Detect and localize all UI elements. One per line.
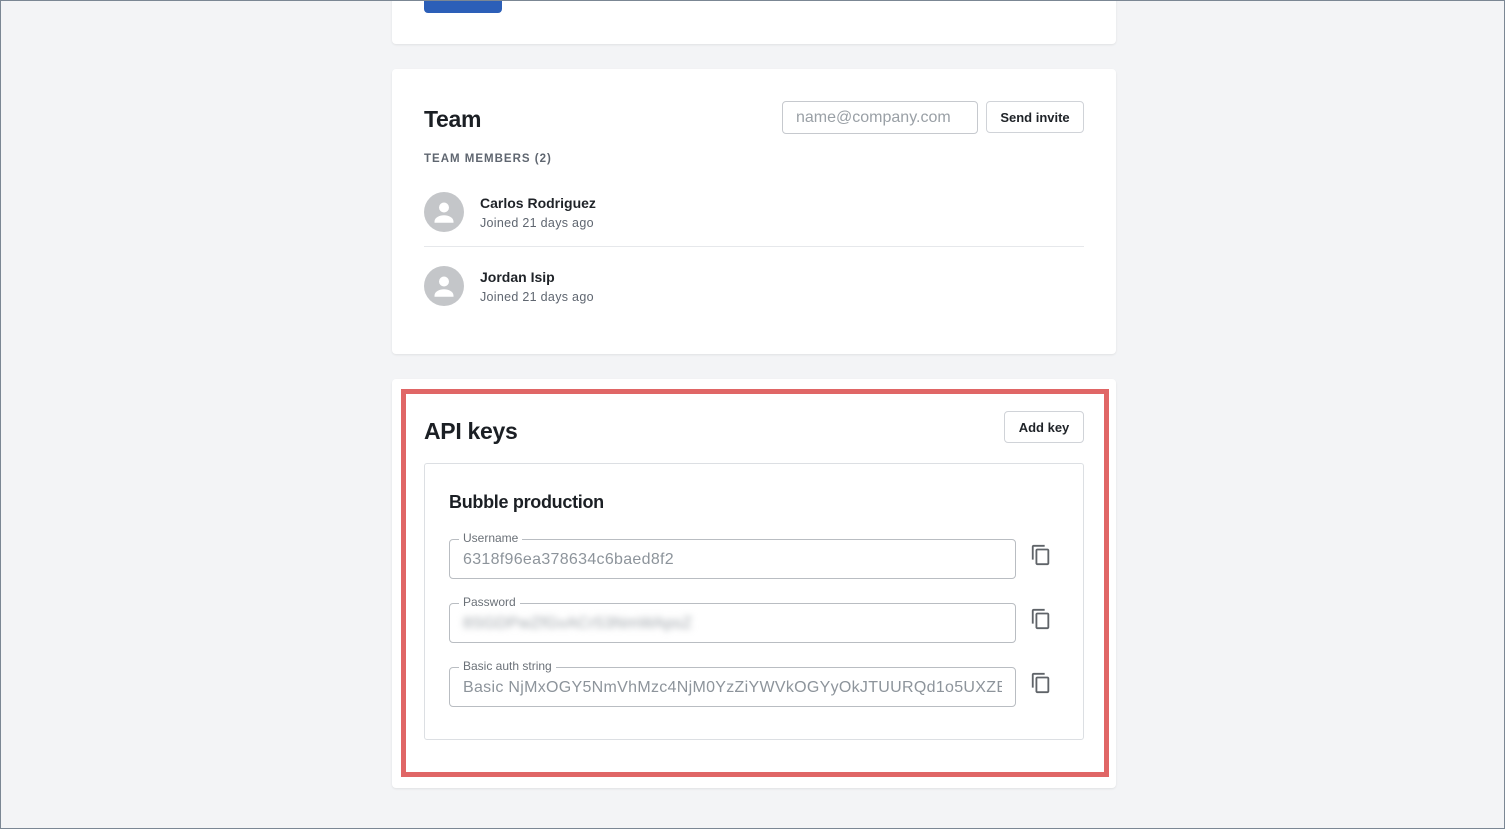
basic-auth-field[interactable]: Basic auth string Basic NjMxOGY5NmVhMzc4… [449, 659, 1016, 707]
password-field[interactable]: Password 8SGDPwZfGvACr53NmWApsZ [449, 595, 1016, 643]
api-key-panel: Bubble production Username 6318f96ea3786… [424, 463, 1084, 740]
settings-card-previous [392, 0, 1116, 44]
team-member-row: Jordan Isip Joined 21 days ago [424, 247, 1084, 321]
team-member-row: Carlos Rodriguez Joined 21 days ago [424, 173, 1084, 247]
username-field[interactable]: Username 6318f96ea378634c6baed8f2 [449, 531, 1016, 579]
send-invite-button[interactable]: Send invite [986, 101, 1084, 133]
invite-email-input[interactable] [782, 101, 978, 134]
api-keys-card: API keys Add key Bubble production Usern… [392, 379, 1116, 788]
member-name: Jordan Isip [480, 269, 555, 285]
username-value: 6318f96ea378634c6baed8f2 [463, 551, 674, 568]
primary-button[interactable] [424, 0, 502, 13]
member-joined: Joined 21 days ago [480, 290, 594, 304]
basic-auth-label: Basic auth string [459, 659, 556, 673]
person-icon [424, 192, 464, 232]
team-card: Team Send invite TEAM MEMBERS (2) Carlos… [392, 69, 1116, 354]
api-keys-title: API keys [424, 418, 518, 444]
member-joined: Joined 21 days ago [480, 216, 594, 230]
password-label: Password [459, 595, 520, 609]
basic-auth-value: Basic NjMxOGY5NmVhMzc4NjM0YzZiYWVkOGYyOk… [463, 679, 1002, 696]
copy-icon[interactable] [1029, 543, 1053, 567]
member-name: Carlos Rodriguez [480, 195, 596, 211]
copy-icon[interactable] [1029, 607, 1053, 631]
team-title: Team [424, 106, 482, 132]
team-members-label: TEAM MEMBERS (2) [424, 153, 552, 165]
api-key-name: Bubble production [449, 492, 604, 512]
password-value: 8SGDPwZfGvACr53NmWApsZ [463, 615, 693, 632]
add-key-button[interactable]: Add key [1004, 411, 1084, 443]
copy-icon[interactable] [1029, 671, 1053, 695]
person-icon [424, 266, 464, 306]
username-label: Username [459, 531, 523, 545]
